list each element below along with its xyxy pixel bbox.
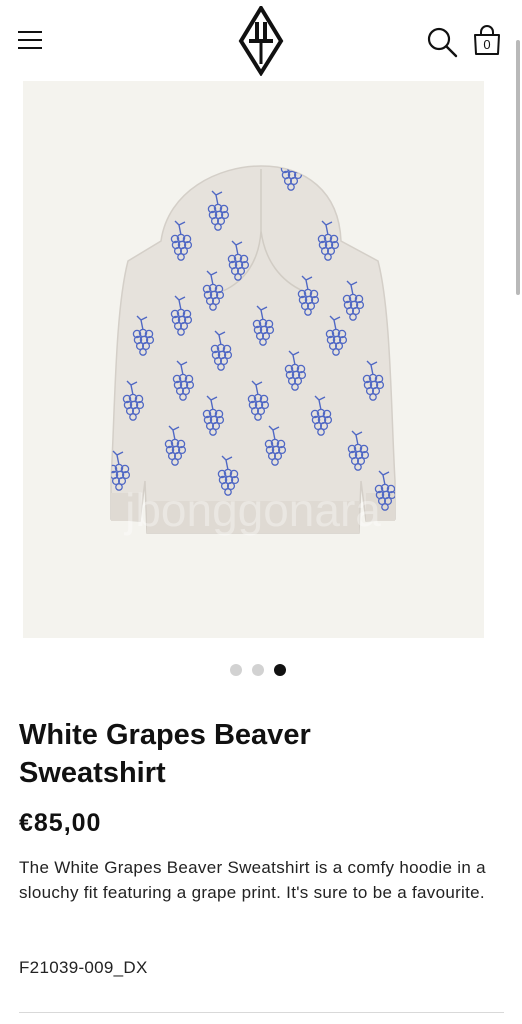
page-scrollbar[interactable]	[516, 40, 520, 295]
menu-line	[18, 47, 42, 49]
menu-line	[18, 39, 42, 41]
product-sku: F21039-009_DX	[19, 958, 148, 977]
section-divider	[19, 1012, 504, 1013]
shopping-bag-button[interactable]: 0	[472, 24, 502, 56]
gallery-pagination	[0, 664, 516, 678]
gallery-dot-3-active[interactable]	[274, 664, 286, 676]
search-button[interactable]	[426, 26, 458, 58]
product-image: jbonggonara	[110, 165, 396, 536]
product-title: White Grapes Beaver Sweatshirt	[19, 719, 311, 789]
search-icon	[427, 27, 458, 58]
image-watermark: jbonggonara	[123, 484, 381, 536]
menu-button[interactable]	[18, 28, 44, 52]
brand-logo[interactable]	[238, 4, 284, 77]
gallery-dot-1[interactable]	[230, 664, 242, 676]
bag-count: 0	[483, 37, 491, 52]
product-image-gallery[interactable]: jbonggonara	[23, 81, 484, 638]
menu-line	[18, 31, 42, 33]
product-description: The White Grapes Beaver Sweatshirt is a …	[19, 858, 486, 902]
site-header: 0	[0, 0, 522, 82]
diamond-logo-icon	[238, 4, 284, 77]
gallery-dot-2[interactable]	[252, 664, 264, 676]
product-price: €85,00	[19, 809, 102, 837]
